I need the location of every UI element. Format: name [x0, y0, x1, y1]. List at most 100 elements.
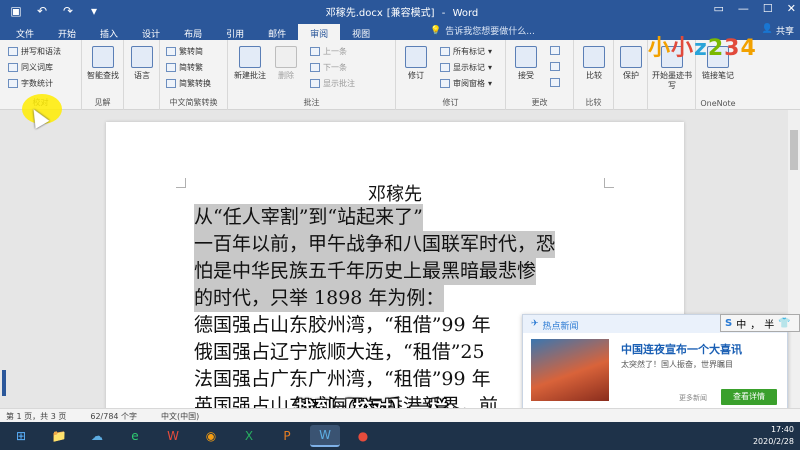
minimize-icon[interactable]: —	[738, 2, 749, 15]
browser-icon[interactable]: e	[120, 425, 150, 447]
chinese-conversion-button[interactable]: 简繁转换	[166, 78, 211, 89]
simp-to-trad-button[interactable]: 简转繁	[166, 62, 203, 73]
group-tracking: 修订 所有标记 ▾ 显示标记 ▾ 审阅窗格 ▾ 修订	[396, 40, 506, 110]
language-button[interactable]: 语言	[122, 46, 162, 81]
spelling-grammar-button[interactable]: 拼写和语法	[8, 46, 61, 57]
tab-mailings[interactable]: 邮件	[256, 24, 298, 40]
word-count-icon	[8, 79, 18, 88]
tab-references[interactable]: 引用	[214, 24, 256, 40]
protect-button[interactable]: 保护	[611, 46, 651, 81]
maximize-icon[interactable]: ☐	[763, 2, 773, 15]
ime-width[interactable]: 半	[764, 316, 774, 331]
text-line[interactable]: 怕是中华民族五千年历史上最黑暗最悲惨	[194, 258, 537, 285]
news-thumbnail[interactable]	[531, 339, 609, 401]
group-label-comments: 批注	[303, 98, 320, 107]
taskbar: ⊞ 📁 ☁ e W ◉ X P W ● 17:40 2020/2/28	[0, 422, 800, 450]
tab-design[interactable]: 设计	[130, 24, 172, 40]
reject-button[interactable]	[550, 46, 560, 55]
trad-to-simp-button[interactable]: 繁转简	[166, 46, 203, 57]
group-label-onenote: OneNote	[700, 99, 736, 108]
start-button[interactable]: ⊞	[6, 425, 36, 447]
word-icon[interactable]: W	[310, 425, 340, 447]
chrome-icon[interactable]: ◉	[196, 425, 226, 447]
chevron-down-icon: ▾	[488, 79, 493, 88]
excel-icon[interactable]: X	[234, 425, 264, 447]
tab-view[interactable]: 视图	[340, 24, 382, 40]
chevron-down-icon: ▾	[488, 63, 493, 72]
word-count-button[interactable]: 字数统计	[8, 78, 53, 89]
news-icon: ✈	[531, 319, 539, 329]
ribbon-display-icon[interactable]: ▭	[714, 2, 724, 15]
show-markup-dropdown[interactable]: 显示标记 ▾	[440, 62, 492, 73]
more-news-link[interactable]: 更多新闻	[679, 393, 707, 403]
page-count[interactable]: 第 1 页，共 3 页	[6, 411, 66, 421]
ime-punct[interactable]: ，	[750, 316, 760, 331]
group-label-changes: 更改	[531, 98, 548, 107]
text-line[interactable]: 法国强占广东广州湾，“租借”99 年	[194, 366, 491, 393]
group-label-tracking: 修订	[442, 98, 459, 107]
close-icon[interactable]: ✕	[787, 2, 796, 15]
text-line[interactable]: 的时代，只举 1898 年为例：	[194, 285, 445, 312]
accept-icon	[515, 46, 537, 68]
markup-dropdown[interactable]: 所有标记 ▾	[440, 46, 492, 57]
track-changes-button[interactable]: 修订	[396, 46, 436, 81]
lock-icon	[620, 46, 642, 68]
ime-mode[interactable]: 中	[736, 316, 746, 331]
news-subtitle: 太突然了！国人振奋，世界瞩目	[621, 360, 733, 369]
text-line[interactable]: 从“任人宰割”到“站起来了”	[194, 204, 423, 231]
tell-me-search[interactable]: 💡 告诉我您想要做什么...	[430, 24, 535, 38]
smart-lookup-button[interactable]: 智能查找	[83, 46, 123, 81]
word-window: ▣ ↶ ↷ ▾ 邓稼先.docx [兼容模式] - Word ▭ — ☐ ✕ 文件…	[0, 0, 800, 450]
person-icon: 👤	[761, 24, 773, 34]
reviewing-pane-dropdown[interactable]: 审阅窗格 ▾	[440, 78, 492, 89]
track-changes-icon	[405, 46, 427, 68]
reject-icon	[550, 46, 560, 55]
group-label-insights: 见解	[94, 98, 111, 107]
convert-icon	[166, 79, 176, 88]
next-change-button[interactable]	[550, 78, 560, 87]
word-count[interactable]: 62/784 个字	[90, 411, 137, 421]
previous-comment-button[interactable]: 上一条	[310, 46, 347, 57]
recorder-icon[interactable]: ●	[348, 425, 378, 447]
vertical-scrollbar[interactable]	[788, 110, 800, 408]
compare-button[interactable]: 比较	[574, 46, 614, 81]
system-tray-clock[interactable]: 17:40 2020/2/28	[753, 424, 794, 448]
thesaurus-button[interactable]: 同义词库	[8, 62, 53, 73]
document-heading[interactable]: 邓稼先	[106, 180, 684, 206]
new-comment-button[interactable]: 新建批注	[230, 46, 270, 81]
previous-change-button[interactable]	[550, 62, 560, 71]
delete-icon	[275, 46, 297, 68]
ime-toolbar[interactable]: S 中 ， 半 👕	[720, 314, 800, 332]
window-controls: ▭ — ☐ ✕	[714, 2, 797, 15]
tab-home[interactable]: 开始	[46, 24, 88, 40]
ribbon-tabs: 文件 开始 插入 设计 布局 引用 邮件 审阅 视图	[4, 24, 382, 40]
delete-comment-button[interactable]: 删除	[266, 46, 306, 81]
tab-review[interactable]: 审阅	[298, 24, 341, 40]
next-comment-button[interactable]: 下一条	[310, 62, 347, 73]
group-comments: 新建批注 删除 上一条 下一条 显示批注 批注	[228, 40, 396, 110]
wps-icon[interactable]: W	[158, 425, 188, 447]
text-line[interactable]: 一百年以前，甲午战争和八国联军时代，恐	[194, 231, 556, 258]
proofing-language[interactable]: 中文(中国)	[161, 411, 199, 421]
accept-button[interactable]: 接受	[506, 46, 546, 81]
language-icon	[131, 46, 153, 68]
view-details-button[interactable]: 查看详情	[721, 389, 777, 405]
file-explorer-icon[interactable]: 📁	[44, 425, 74, 447]
tab-insert[interactable]: 插入	[88, 24, 130, 40]
convert-icon	[166, 47, 176, 56]
show-comments-button[interactable]: 显示批注	[310, 78, 355, 89]
scroll-thumb[interactable]	[790, 130, 798, 170]
ime-logo-icon: S	[725, 317, 733, 329]
text-line[interactable]: 俄国强占辽宁旅顺大连，“租借”25	[194, 339, 485, 366]
powerpoint-icon[interactable]: P	[272, 425, 302, 447]
news-title[interactable]: 中国连夜宣布一个大喜讯	[621, 341, 742, 357]
group-label-compare: 比较	[585, 98, 602, 107]
tab-layout[interactable]: 布局	[172, 24, 214, 40]
lightbulb-icon: 💡	[430, 25, 442, 36]
share-button[interactable]: 👤 共享	[762, 24, 794, 37]
cloud-drive-icon[interactable]: ☁	[82, 425, 112, 447]
tab-file[interactable]: 文件	[4, 24, 46, 40]
shirt-icon[interactable]: 👕	[778, 318, 790, 329]
markup-icon	[440, 47, 450, 56]
text-line[interactable]: 德国强占山东胶州湾，“租借”99 年	[194, 312, 491, 339]
